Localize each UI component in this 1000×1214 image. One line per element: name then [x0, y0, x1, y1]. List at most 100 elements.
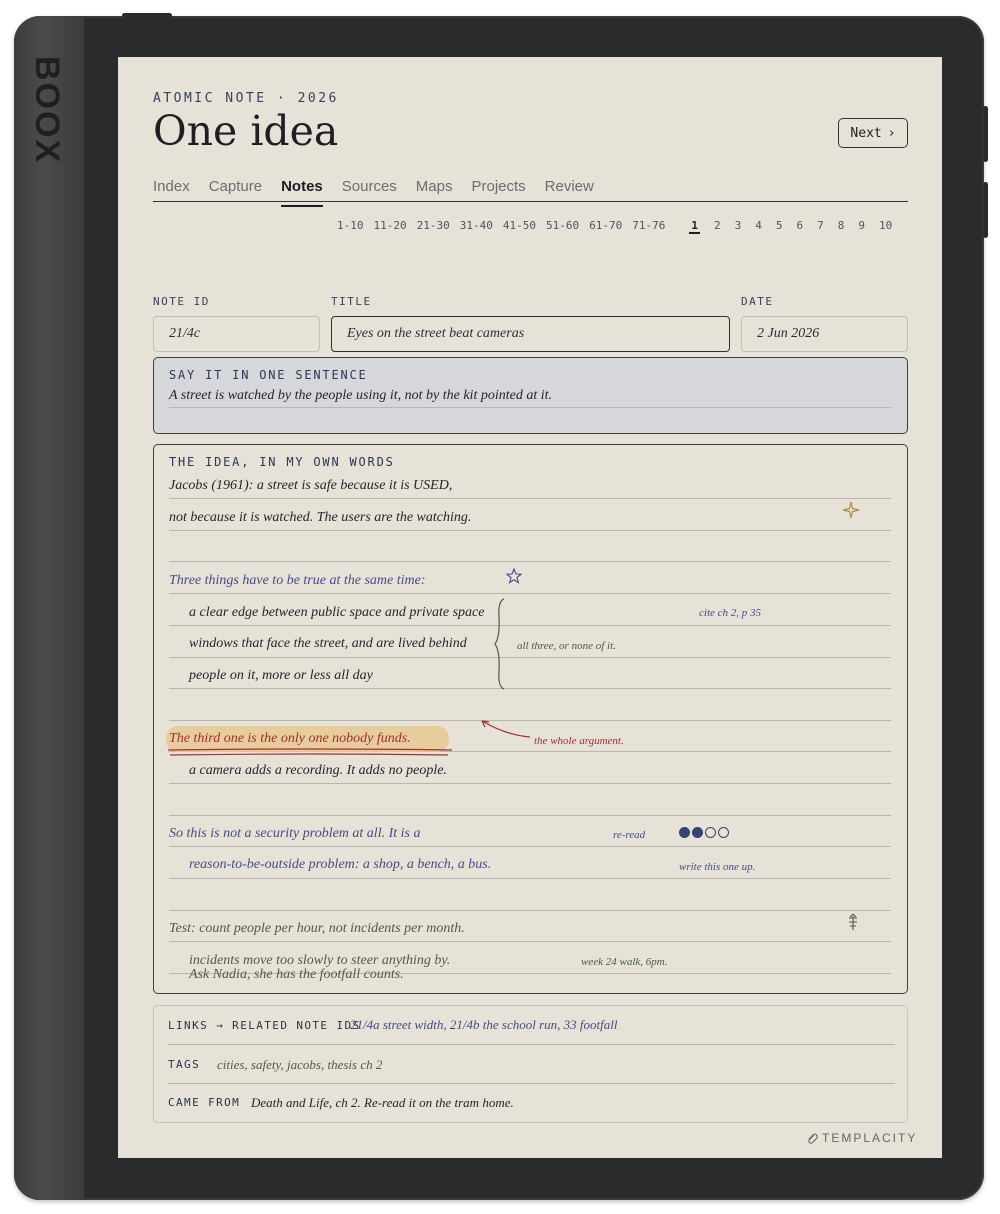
pager-page[interactable]: 3 [735, 219, 742, 234]
ruled-line [168, 1083, 895, 1084]
tags-value[interactable]: cities, safety, jacobs, thesis ch 2 [217, 1057, 382, 1073]
pager-page[interactable]: 5 [776, 219, 783, 234]
title-label: TITLE [331, 295, 372, 308]
tab-projects[interactable]: Projects [471, 178, 525, 201]
pager-range[interactable]: 51-60 [546, 219, 579, 234]
tab-sources[interactable]: Sources [342, 178, 397, 201]
ruled-line [169, 815, 891, 816]
related-notes-label: LINKS → RELATED NOTE IDS [168, 1019, 361, 1032]
pager-page[interactable]: 10 [879, 219, 892, 234]
margin-note-all-three: all three, or none of it. [517, 640, 616, 652]
title-value: Eyes on the street beat cameras [347, 326, 525, 341]
bracket-icon [494, 598, 505, 690]
date-field[interactable]: 2 Jun 2026 [741, 316, 908, 352]
title-field[interactable]: Eyes on the street beat cameras [331, 316, 730, 352]
pager-page[interactable]: 6 [797, 219, 804, 234]
idea-box[interactable]: THE IDEA, IN MY OWN WORDS Jacobs (1961):… [153, 444, 908, 994]
page-up-button [983, 106, 988, 162]
date-label: DATE [741, 295, 774, 308]
page-kicker: ATOMIC NOTE · 2026 [153, 91, 339, 106]
idea-line: Three things have to be true at the same… [169, 573, 426, 588]
ruled-line [169, 910, 891, 911]
note-id-label: NOTE ID [153, 295, 210, 308]
progress-dot-filled [692, 827, 703, 838]
pager-page-current[interactable]: 1 [689, 219, 700, 234]
margin-note-week: week 24 walk, 6pm. [581, 956, 668, 968]
arrow-icon [481, 720, 531, 738]
ruled-line [169, 407, 891, 408]
pager-page[interactable]: 7 [817, 219, 824, 234]
one-sentence-box[interactable]: SAY IT IN ONE SENTENCE A street is watch… [153, 357, 908, 434]
idea-line: Ask Nadia, she has the footfall counts. [189, 967, 404, 982]
idea-line: people on it, more or less all day [189, 668, 373, 683]
pager-range[interactable]: 41-50 [503, 219, 536, 234]
tab-index[interactable]: Index [153, 178, 190, 201]
margin-note-cite: cite ch 2, p 35 [699, 607, 762, 619]
tab-maps[interactable]: Maps [416, 178, 453, 201]
next-button[interactable]: Next › [838, 118, 908, 148]
note-id-field[interactable]: 21/4c [153, 316, 320, 352]
idea-label: THE IDEA, IN MY OWN WORDS [169, 455, 395, 469]
margin-note-whole-argument: the whole argument. [534, 735, 624, 747]
idea-line: a camera adds a recording. It adds no pe… [189, 763, 447, 778]
tab-notes[interactable]: Notes [281, 178, 323, 207]
ruled-line [169, 688, 891, 689]
ruled-line [169, 846, 891, 847]
ruled-line [169, 625, 891, 626]
next-button-label: Next [850, 125, 882, 141]
templacity-brand: TEMPLACITY [806, 1131, 917, 1145]
ruled-line [169, 878, 891, 879]
ruled-line [169, 593, 891, 594]
one-sentence-label: SAY IT IN ONE SENTENCE [169, 368, 368, 382]
ruled-line [169, 657, 891, 658]
page-title: One idea [153, 107, 339, 155]
tab-review[interactable]: Review [545, 178, 594, 201]
tags-label: TAGS [168, 1058, 201, 1071]
ruled-line [169, 941, 891, 942]
pager-range[interactable]: 71-76 [632, 219, 665, 234]
progress-dot-filled [679, 827, 690, 838]
one-sentence-text: A street is watched by the people using … [169, 388, 552, 403]
ruled-line [169, 561, 891, 562]
sparkle-icon [842, 501, 860, 519]
tab-bar: Index Capture Notes Sources Maps Project… [153, 178, 908, 207]
pager-page[interactable]: 2 [714, 219, 721, 234]
links-box: LINKS → RELATED NOTE IDS 21/4a street wi… [153, 1005, 908, 1123]
pager-page[interactable]: 9 [858, 219, 865, 234]
reread-progress [679, 827, 729, 838]
idea-line-highlighted: The third one is the only one nobody fun… [169, 731, 411, 746]
idea-line: Jacobs (1961): a street is safe because … [169, 478, 453, 493]
idea-line: a clear edge between public space and pr… [189, 605, 485, 620]
ruled-line [169, 530, 891, 531]
pager-range[interactable]: 21-30 [417, 219, 450, 234]
paperclip-icon [808, 1133, 818, 1144]
power-button [122, 13, 172, 18]
device-logo: BOOX [28, 56, 66, 165]
pager-range[interactable]: 31-40 [460, 219, 493, 234]
chevron-right-icon: › [887, 125, 896, 141]
ruled-line [168, 1044, 895, 1045]
tab-capture[interactable]: Capture [209, 178, 262, 201]
underline-mark [167, 748, 453, 756]
idea-line: windows that face the street, and are li… [189, 636, 467, 651]
screen: ATOMIC NOTE · 2026 One idea Next › Index… [118, 57, 942, 1158]
idea-line: Test: count people per hour, not inciden… [169, 921, 465, 936]
ruled-line [169, 498, 891, 499]
pager-range[interactable]: 1-10 [337, 219, 364, 234]
pager-range[interactable]: 61-70 [589, 219, 622, 234]
device-spine [14, 16, 84, 1200]
ruled-line [169, 783, 891, 784]
page-down-button [983, 182, 988, 238]
idea-line: reason-to-be-outside problem: a shop, a … [189, 857, 492, 872]
came-from-value[interactable]: Death and Life, ch 2. Re-read it on the … [251, 1095, 514, 1111]
brand-text: TEMPLACITY [822, 1131, 918, 1145]
idea-line: So this is not a security problem at all… [169, 826, 421, 841]
related-notes-value[interactable]: 21/4a street width, 21/4b the school run… [350, 1017, 617, 1033]
date-value: 2 Jun 2026 [757, 326, 820, 341]
pager-range[interactable]: 11-20 [374, 219, 407, 234]
pager-page[interactable]: 4 [755, 219, 762, 234]
star-icon [506, 568, 522, 584]
margin-note-reread: re-read [613, 829, 646, 841]
progress-dot-empty [705, 827, 716, 838]
pager-page[interactable]: 8 [838, 219, 845, 234]
